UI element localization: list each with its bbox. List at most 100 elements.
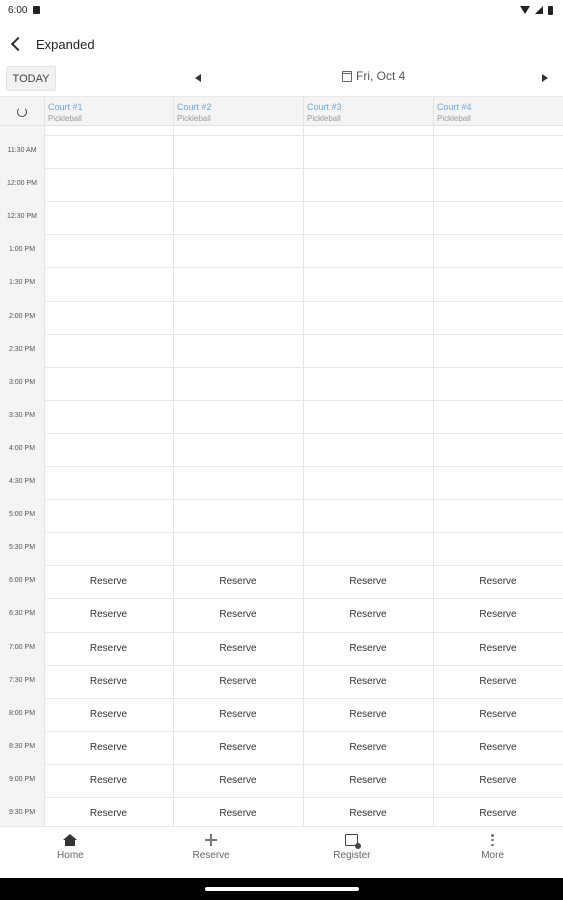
- reserve-button[interactable]: Reserve: [44, 698, 173, 731]
- nav-reserve-label: Reserve: [192, 850, 230, 861]
- time-column: 11:30 AM 12:00 PM 12:30 PM 1:00 PM 1:30 PM 2:…: [0, 126, 44, 826]
- reserve-button[interactable]: Reserve: [303, 598, 433, 631]
- time-slot-label: 5:00 PM: [8, 511, 36, 519]
- row-divider: [44, 234, 563, 236]
- nav-home[interactable]: Home: [0, 827, 141, 878]
- reserve-button[interactable]: Reserve: [173, 565, 303, 598]
- reserve-button[interactable]: Reserve: [173, 731, 303, 764]
- time-slot-label: 2:00 PM: [8, 312, 36, 320]
- page-title: Expanded: [36, 36, 95, 52]
- row-divider: [44, 135, 563, 136]
- refresh-icon[interactable]: [17, 107, 27, 117]
- reserve-button[interactable]: Reserve: [303, 665, 433, 698]
- time-slot-label: 3:30 PM: [8, 411, 36, 419]
- today-button[interactable]: TODAY: [6, 66, 56, 91]
- court-sport: Pickleball: [437, 114, 471, 123]
- time-slot-row: Reserve Reserve Reserve Reserve: [44, 764, 563, 797]
- home-icon: [63, 834, 78, 846]
- reserve-button[interactable]: Reserve: [433, 632, 563, 665]
- time-slot-label: 6:00 PM: [8, 577, 36, 585]
- calendar-icon: [342, 70, 352, 82]
- reserve-button[interactable]: Reserve: [173, 598, 303, 631]
- reserve-button[interactable]: Reserve: [303, 632, 433, 665]
- reserve-button[interactable]: Reserve: [173, 698, 303, 731]
- signal-icon: [535, 6, 543, 14]
- reserve-button[interactable]: Reserve: [303, 698, 433, 731]
- time-slot-label: 1:00 PM: [8, 246, 36, 254]
- nav-register[interactable]: Register: [282, 827, 423, 878]
- time-slot-label: 9:00 PM: [8, 775, 36, 783]
- court-columns: Reserve Reserve Reserve Reserve Reserve Reser…: [44, 126, 563, 826]
- reserve-button[interactable]: Reserve: [303, 565, 433, 598]
- reserve-button[interactable]: Reserve: [303, 797, 433, 826]
- nav-reserve[interactable]: Reserve: [141, 827, 282, 878]
- reserve-button[interactable]: Reserve: [44, 632, 173, 665]
- reserve-button[interactable]: Reserve: [433, 698, 563, 731]
- court-name: Court #2: [177, 102, 212, 112]
- time-slot-label: 6:30 PM: [8, 610, 36, 618]
- row-divider: [44, 333, 563, 335]
- time-slot-row: Reserve Reserve Reserve Reserve: [44, 632, 563, 665]
- reserve-button[interactable]: Reserve: [173, 764, 303, 797]
- time-slot-label: 1:30 PM: [8, 279, 36, 287]
- refresh-cell: [0, 97, 44, 127]
- court-header-row: Court #1 Pickleball Court #2 Pickleball Cour…: [0, 96, 563, 127]
- court-sport: Pickleball: [307, 114, 341, 123]
- date-picker[interactable]: Fri, Oct 4: [342, 69, 405, 83]
- row-divider: [44, 201, 563, 203]
- court-name: Court #3: [307, 102, 342, 112]
- court-name: Court #4: [437, 102, 472, 112]
- plus-icon: [205, 834, 218, 846]
- time-slot-label: 5:30 PM: [8, 544, 36, 552]
- system-navigation-bar: [0, 878, 563, 900]
- reserve-button[interactable]: Reserve: [44, 665, 173, 698]
- reserve-button[interactable]: Reserve: [433, 598, 563, 631]
- nav-more[interactable]: More: [422, 827, 563, 878]
- reserve-button[interactable]: Reserve: [44, 731, 173, 764]
- court-header: Court #4 Pickleball: [433, 97, 563, 127]
- time-slot-row: Reserve Reserve Reserve Reserve: [44, 598, 563, 631]
- nav-more-label: More: [481, 850, 505, 861]
- wifi-icon: [520, 6, 530, 14]
- row-divider: [44, 300, 563, 302]
- time-slot-label: 8:30 PM: [8, 742, 36, 750]
- current-date: Fri, Oct 4: [356, 69, 406, 83]
- reserve-button[interactable]: Reserve: [433, 797, 563, 826]
- reserve-button[interactable]: Reserve: [433, 764, 563, 797]
- reserve-button[interactable]: Reserve: [44, 598, 173, 631]
- court-name: Court #1: [48, 102, 83, 112]
- next-day-icon[interactable]: [542, 74, 548, 82]
- home-gesture-pill[interactable]: [205, 887, 359, 891]
- reserve-button[interactable]: Reserve: [433, 731, 563, 764]
- reserve-button[interactable]: Reserve: [44, 797, 173, 826]
- reserve-button[interactable]: Reserve: [44, 764, 173, 797]
- row-divider: [44, 399, 563, 401]
- reserve-button[interactable]: Reserve: [44, 565, 173, 598]
- time-slot-label: 4:00 PM: [8, 444, 36, 452]
- previous-day-icon[interactable]: [195, 74, 201, 82]
- sim-icon: [33, 6, 41, 14]
- status-time: 6:00: [8, 4, 28, 16]
- reserve-button[interactable]: Reserve: [173, 632, 303, 665]
- reserve-button[interactable]: Reserve: [433, 665, 563, 698]
- time-slot-label: 7:00 PM: [8, 643, 36, 651]
- battery-icon: [548, 5, 553, 15]
- reserve-button[interactable]: Reserve: [173, 665, 303, 698]
- bottom-navigation: Home Reserve Register More: [0, 826, 563, 878]
- time-slot-row: Reserve Reserve Reserve Reserve: [44, 797, 563, 826]
- time-slot-label: 11:30 AM: [7, 147, 37, 154]
- row-divider: [44, 466, 563, 467]
- date-navigation: TODAY Fri, Oct 4: [0, 66, 563, 93]
- reserve-button[interactable]: Reserve: [303, 731, 433, 764]
- court-sport: Pickleball: [177, 114, 211, 123]
- reserve-button[interactable]: Reserve: [173, 797, 303, 826]
- more-vertical-icon: [491, 834, 494, 846]
- app-bar: Expanded: [0, 28, 563, 60]
- back-arrow-icon[interactable]: [10, 36, 26, 52]
- reserve-button[interactable]: Reserve: [433, 565, 563, 598]
- reserve-button[interactable]: Reserve: [303, 764, 433, 797]
- time-slot-label: 8:00 PM: [8, 709, 36, 717]
- row-divider: [44, 366, 563, 368]
- schedule-grid: Court #1 Pickleball Court #2 Pickleball Cour…: [0, 96, 563, 826]
- calendar-icon: [345, 834, 362, 849]
